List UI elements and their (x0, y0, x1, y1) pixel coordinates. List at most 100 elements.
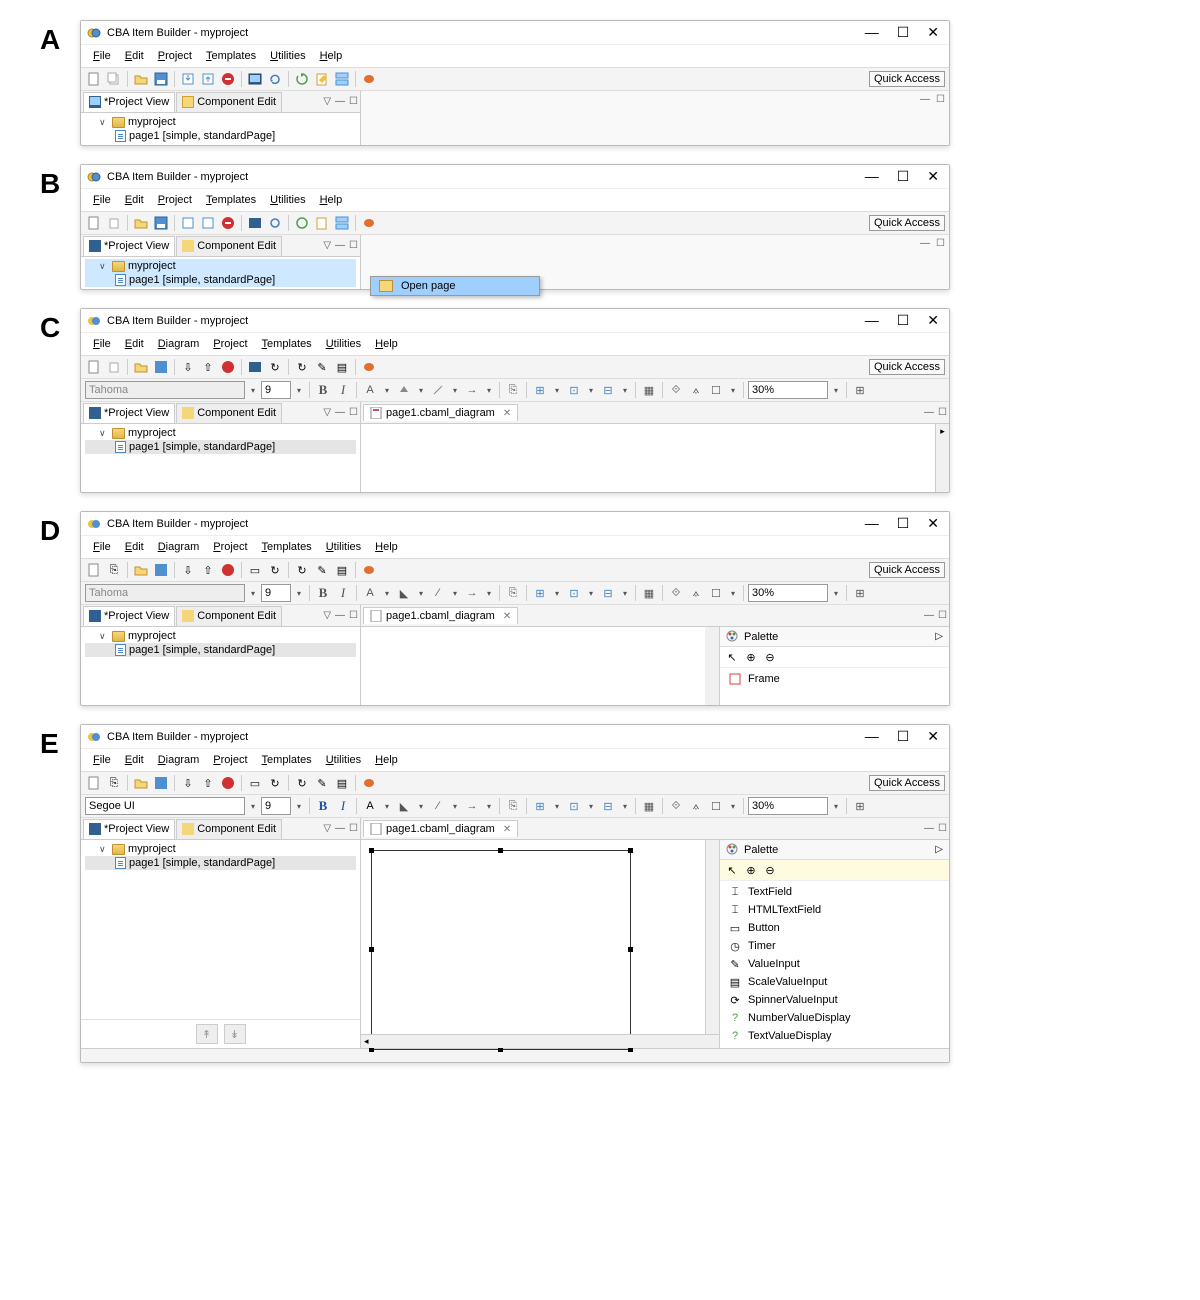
maximize-button[interactable]: ☐ (897, 168, 910, 185)
nav-down-button[interactable]: ↡ (224, 1024, 246, 1044)
minimize-view-icon[interactable]: — (335, 96, 345, 107)
font-color-button[interactable]: A (361, 381, 379, 399)
copy-icon[interactable] (105, 70, 123, 88)
run-icon[interactable] (293, 70, 311, 88)
menu-project[interactable]: Project (207, 336, 253, 352)
import-icon[interactable]: ⇩ (179, 358, 197, 376)
import-icon[interactable] (179, 70, 197, 88)
palette-item-timer[interactable]: ◷Timer (720, 937, 949, 955)
font-combo[interactable]: Tahoma (85, 584, 245, 602)
menu-project[interactable]: Project (207, 752, 253, 768)
menu-file[interactable]: File (87, 192, 117, 208)
menu-file[interactable]: File (87, 336, 117, 352)
copy-icon[interactable] (105, 358, 123, 376)
record-icon[interactable] (360, 70, 378, 88)
pointer-tool-icon[interactable]: ↖ (724, 862, 740, 878)
menu-help[interactable]: Help (369, 752, 404, 768)
delete-icon[interactable] (219, 214, 237, 232)
nav-up-button[interactable]: ↟ (196, 1024, 218, 1044)
menu-project[interactable]: Project (152, 48, 198, 64)
minimize-editor-icon[interactable]: — (920, 94, 930, 105)
editor-tab-page1[interactable]: page1.cbaml_diagram✕ (363, 820, 518, 837)
import-icon[interactable] (179, 214, 197, 232)
close-tab-icon[interactable]: ✕ (503, 824, 511, 835)
quick-access-button[interactable]: Quick Access (869, 359, 945, 375)
tree-page-node[interactable]: page1 [simple, standardPage] (85, 129, 356, 143)
palette-collapsed[interactable]: ▸ (935, 424, 949, 492)
bold-button[interactable]: B (314, 381, 332, 399)
tab-component-edit[interactable]: Component Edit (176, 236, 282, 256)
menu-utilities[interactable]: Utilities (320, 752, 367, 768)
tree-project-node[interactable]: ∨myproject (85, 842, 356, 856)
menu-diagram[interactable]: Diagram (152, 539, 206, 555)
copy-icon[interactable]: ⎘ (105, 561, 123, 579)
font-size-combo[interactable]: 9 (261, 381, 291, 399)
tree-page-node[interactable]: page1 [simple, standardPage] (85, 856, 356, 870)
font-size-combo[interactable]: 9 (261, 584, 291, 602)
open-icon[interactable] (132, 561, 150, 579)
horizontal-scrollbar[interactable]: ◂ (361, 1034, 719, 1048)
tree-project-node[interactable]: ∨myproject (85, 629, 356, 643)
maximize-button[interactable]: ☐ (897, 515, 910, 532)
minimize-button[interactable]: — (865, 515, 879, 532)
refresh-icon[interactable] (266, 214, 284, 232)
layout-icon[interactable] (333, 70, 351, 88)
tab-component-edit[interactable]: Component Edit (176, 819, 282, 839)
edit-icon[interactable] (313, 70, 331, 88)
maximize-view-icon[interactable]: ☐ (349, 96, 358, 107)
tree-page-node[interactable]: page1 [simple, standardPage] (85, 643, 356, 657)
canvas[interactable] (361, 627, 719, 705)
send-back-icon[interactable]: ⟑ (687, 381, 705, 399)
bold-button[interactable]: B (314, 797, 332, 815)
menu-templates[interactable]: Templates (200, 48, 262, 64)
font-combo[interactable]: Tahoma (85, 381, 245, 399)
export-icon[interactable]: ⇧ (199, 358, 217, 376)
palette-item-textfield[interactable]: ⌶TextField (720, 883, 949, 901)
palette-item-scalevalueinput[interactable]: ▤ScaleValueInput (720, 973, 949, 991)
select-tool-icon[interactable]: ⊞ (531, 381, 549, 399)
run-icon[interactable]: ↻ (293, 358, 311, 376)
palette-item-spinnervalueinput[interactable]: ⟳SpinnerValueInput (720, 991, 949, 1009)
fill-color-button[interactable] (395, 381, 413, 399)
record-icon[interactable] (360, 358, 378, 376)
tree-page-node[interactable]: page1 [simple, standardPage] (85, 273, 356, 287)
run-icon[interactable] (293, 214, 311, 232)
menu-help[interactable]: Help (314, 48, 349, 64)
record-icon[interactable] (360, 214, 378, 232)
tab-component-edit[interactable]: Component Edit (176, 403, 282, 423)
palette-item-textvaluedisplay[interactable]: ?TextValueDisplay (720, 1027, 949, 1045)
close-button[interactable]: ✕ (927, 312, 939, 329)
menu-utilities[interactable]: Utilities (320, 539, 367, 555)
canvas[interactable] (361, 424, 935, 492)
copy-format-icon[interactable]: ⎘ (504, 381, 522, 399)
palette-item-button[interactable]: ▭Button (720, 919, 949, 937)
open-icon[interactable] (132, 774, 150, 792)
view-menu-icon[interactable]: ▽ (323, 96, 331, 107)
layout-icon[interactable]: ▤ (333, 358, 351, 376)
menu-diagram[interactable]: Diagram (152, 752, 206, 768)
menu-templates[interactable]: Templates (256, 336, 318, 352)
close-tab-icon[interactable]: ✕ (503, 408, 511, 419)
record-icon[interactable] (360, 774, 378, 792)
export-icon[interactable] (199, 70, 217, 88)
quick-access-button[interactable]: Quick Access (869, 215, 945, 231)
zoom-combo[interactable]: 30% (748, 381, 828, 399)
close-button[interactable]: ✕ (927, 515, 939, 532)
palette-pin-icon[interactable]: ▷ (935, 631, 943, 642)
zoom-combo[interactable]: 30% (748, 584, 828, 602)
menu-edit[interactable]: Edit (119, 336, 150, 352)
layout-icon[interactable] (333, 214, 351, 232)
delete-icon[interactable] (219, 561, 237, 579)
tab-project-view[interactable]: *Project View (83, 403, 175, 423)
align-tool-icon[interactable]: ⊡ (565, 381, 583, 399)
tree-page-node[interactable]: page1 [simple, standardPage] (85, 440, 356, 454)
save-icon[interactable] (152, 214, 170, 232)
quick-access-button[interactable]: Quick Access (869, 775, 945, 791)
minimize-button[interactable]: — (865, 168, 879, 185)
menu-help[interactable]: Help (369, 539, 404, 555)
menu-templates[interactable]: Templates (256, 752, 318, 768)
grid-icon[interactable]: ▦ (640, 381, 658, 399)
menu-edit[interactable]: Edit (119, 48, 150, 64)
new-icon[interactable] (85, 774, 103, 792)
vertical-scrollbar[interactable] (705, 840, 719, 1034)
